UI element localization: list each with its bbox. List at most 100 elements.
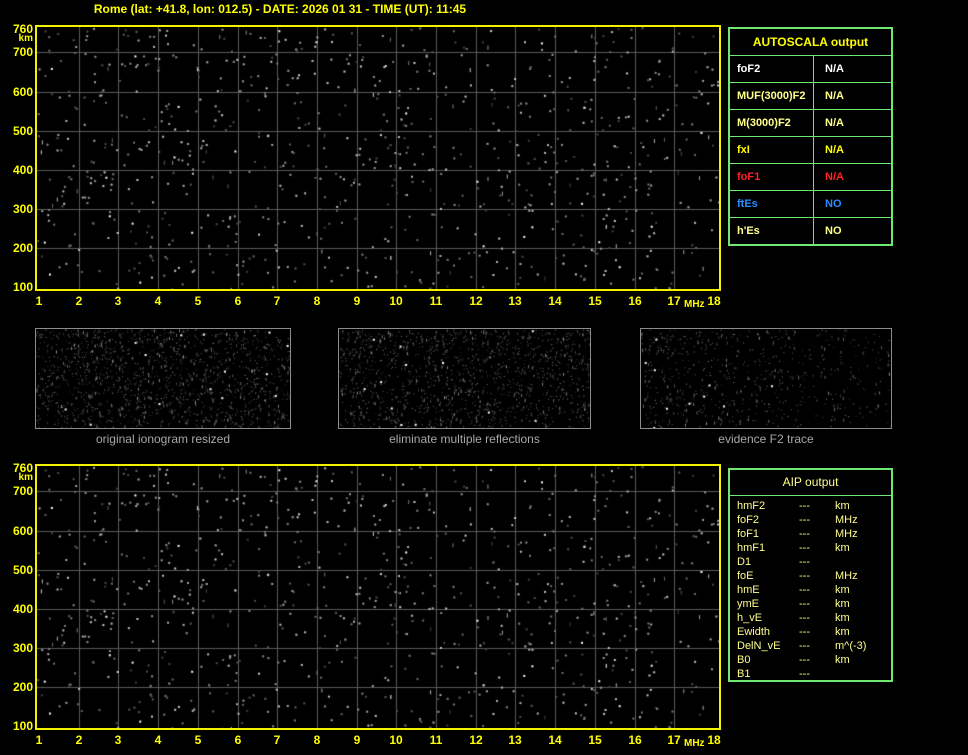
autoscala-row-value: N/A [825, 171, 844, 183]
x-unit-label-bottom: MHz [684, 738, 705, 749]
x-tick-label: 1 [35, 733, 43, 747]
aip-row-value: --- [799, 598, 810, 610]
aip-row-value: --- [799, 668, 810, 680]
autoscala-row-label: foF2 [730, 56, 814, 82]
aip-table-body: hmF2 --- km foF2 --- MHz foF1 --- MHz hmF1 --- km D1… [730, 496, 891, 681]
y-tick-label: 100 [12, 280, 33, 294]
y-tick-label: 700 [12, 484, 33, 498]
x-tick-label: 15 [588, 294, 602, 308]
y-tick-label: 500 [12, 563, 33, 577]
autoscala-row-ftEs: ftEs NO [730, 191, 891, 218]
x-tick-label: 16 [628, 294, 642, 308]
autoscala-row-label: h'Es [730, 218, 814, 244]
autoscala-row-fxI: fxI N/A [730, 137, 891, 164]
y-tick-label: 700 [12, 45, 33, 59]
aip-row-unit: m^(-3) [835, 640, 867, 652]
x-tick-label: 8 [313, 733, 321, 747]
x-tick-label: 6 [234, 733, 242, 747]
autoscala-row-label: M(3000)F2 [730, 110, 814, 136]
autoscala-table-header: AUTOSCALA output [730, 29, 891, 56]
thumbnail-original-ionogram-canvas [36, 329, 290, 428]
ionogram-plot-bottom [35, 464, 721, 730]
aip-row-label: foF2 [737, 514, 760, 526]
aip-table-header: AIP output [730, 470, 891, 496]
aip-row-label: hmE [737, 584, 760, 596]
autoscala-row-value: N/A [825, 144, 844, 156]
aip-row-label: h_vE [737, 612, 763, 624]
autoscala-table-body: foF2 N/A MUF(3000)F2 N/A M(3000)F2 N/A fxI N/A f… [730, 56, 891, 244]
y-tick-label: 200 [12, 241, 33, 255]
autoscala-row-M(3000)F2: M(3000)F2 N/A [730, 110, 891, 137]
aip-row-value: --- [799, 556, 810, 568]
aip-row-value: --- [799, 612, 810, 624]
thumbnail-caption-evidence: evidence F2 trace [718, 432, 814, 446]
x-tick-label: 4 [154, 733, 162, 747]
aip-row-value: --- [799, 584, 810, 596]
x-tick-label: 5 [194, 733, 202, 747]
aip-row-D1: D1 --- [737, 555, 891, 569]
x-tick-label: 14 [548, 294, 562, 308]
autoscala-row-label: fxI [730, 137, 814, 163]
x-tick-label: 12 [469, 294, 483, 308]
aip-row-label: ymE [737, 598, 759, 610]
x-tick-label: 12 [469, 733, 483, 747]
aip-row-unit: MHz [835, 570, 858, 582]
aip-row-foE: foE --- MHz [737, 569, 891, 583]
aip-row-foF2: foF2 --- MHz [737, 513, 891, 527]
thumbnail-eliminate-reflections [338, 328, 591, 429]
x-tick-label: 10 [389, 733, 403, 747]
ionogram-plot-top [35, 25, 721, 291]
autoscala-row-value: N/A [825, 63, 844, 75]
aip-row-unit [835, 667, 891, 681]
aip-row-h_vE: h_vE --- km [737, 611, 891, 625]
aip-row-unit: km [835, 584, 850, 596]
autoscala-row-value: N/A [825, 117, 844, 129]
x-tick-label: 4 [154, 294, 162, 308]
x-tick-label: 3 [114, 733, 122, 747]
thumbnail-original-ionogram [35, 328, 291, 429]
x-tick-label: 7 [273, 294, 281, 308]
aip-row-B1: B1 --- [737, 667, 891, 681]
x-tick-label: 11 [429, 294, 443, 308]
x-tick-label: 15 [588, 733, 602, 747]
aip-row-value: --- [799, 654, 810, 666]
y-tick-label: 300 [12, 641, 33, 655]
y-tick-label: 500 [12, 124, 33, 138]
y-tick-label: 300 [12, 202, 33, 216]
aip-row-unit: km [835, 542, 850, 554]
aip-row-value: --- [799, 542, 810, 554]
x-tick-label: 11 [429, 733, 443, 747]
y-unit-label-bottom: km [18, 472, 33, 483]
aip-row-value: --- [799, 500, 810, 512]
aip-row-unit: MHz [835, 514, 858, 526]
aip-row-label: hmF2 [737, 500, 766, 512]
autoscala-window: Rome (lat: +41.8, lon: 012.5) - DATE: 20… [0, 0, 968, 755]
x-tick-label: 1 [35, 294, 43, 308]
autoscala-row-foF1: foF1 N/A [730, 164, 891, 191]
aip-row-label: hmF1 [737, 542, 766, 554]
aip-row-unit: MHz [835, 528, 858, 540]
thumbnail-caption-original: original ionogram resized [95, 432, 231, 446]
thumbnail-eliminate-reflections-canvas [339, 329, 590, 428]
aip-row-unit: km [835, 626, 850, 638]
autoscala-table: AUTOSCALA output foF2 N/A MUF(3000)F2 N/A M(… [728, 27, 893, 246]
aip-row-value: --- [799, 626, 810, 638]
x-tick-label: 6 [234, 294, 242, 308]
aip-row-Ewidth: Ewidth --- km [737, 625, 891, 639]
aip-row-ymE: ymE --- km [737, 597, 891, 611]
x-tick-label: 2 [75, 294, 83, 308]
thumbnail-evidence-f2 [640, 328, 892, 429]
aip-row-label: Ewidth [737, 626, 771, 638]
aip-row-unit: km [835, 612, 850, 624]
aip-row-label: B1 [737, 668, 751, 680]
x-tick-label: 8 [313, 294, 321, 308]
thumbnail-evidence-f2-canvas [641, 329, 891, 428]
y-tick-label: 600 [12, 85, 33, 99]
aip-row-label: foE [737, 570, 754, 582]
aip-row-label: B0 [737, 654, 751, 666]
autoscala-row-label: foF1 [730, 164, 814, 190]
aip-row-hmE: hmE --- km [737, 583, 891, 597]
x-tick-label: 9 [353, 294, 361, 308]
aip-row-hmF2: hmF2 --- km [737, 499, 891, 513]
x-tick-label: 13 [508, 294, 522, 308]
